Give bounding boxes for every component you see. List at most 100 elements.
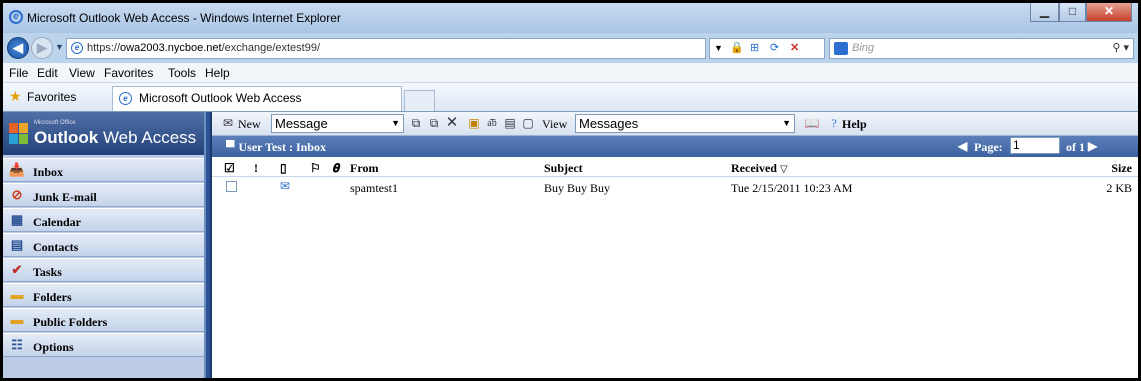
new-tab-button[interactable] <box>404 90 435 111</box>
window-title: Microsoft Outlook Web Access - Windows I… <box>27 11 341 25</box>
sidebar-item-label: Inbox <box>33 165 64 179</box>
new-message-icon[interactable]: ✉ <box>220 116 236 131</box>
page-icon: e <box>71 42 83 54</box>
favorites-star-icon[interactable]: ★ <box>9 88 22 105</box>
brand-small: Microsoft Office <box>34 120 76 126</box>
page-label: Page: <box>974 140 1003 154</box>
search-field[interactable]: Bing ⚲ ▾ <box>829 38 1134 59</box>
inbox-icon: 📥 <box>8 162 26 177</box>
sidebar: Microsoft Office Outlook Web Access 📥 In… <box>3 112 204 378</box>
search-icon[interactable]: ⚲ ▾ <box>1112 39 1129 58</box>
menu-file[interactable]: File <box>9 66 28 80</box>
menu-view[interactable]: View <box>69 66 95 80</box>
column-received[interactable]: Received ▽ <box>731 161 788 176</box>
help-button[interactable]: Help <box>842 117 867 132</box>
menu-edit[interactable]: Edit <box>37 66 58 80</box>
sidebar-item-tasks[interactable]: ✔ Tasks <box>3 258 204 282</box>
sort-descending-icon: ▽ <box>779 164 788 175</box>
favorites-button[interactable]: Favorites <box>27 90 76 104</box>
sidebar-item-public-folders[interactable]: ▬ Public Folders <box>3 308 204 332</box>
address-actions: ▼ 🔒 ⊞ ⟳ ✕ <box>709 38 825 59</box>
sidebar-item-options[interactable]: ☷ Options <box>3 333 204 357</box>
menu-bar: File Edit View Favorites Tools Help <box>3 63 1138 83</box>
sidebar-item-label: Tasks <box>33 265 62 279</box>
sidebar-item-label: Calendar <box>33 215 81 229</box>
sidebar-item-folders[interactable]: ▬ Folders <box>3 283 204 307</box>
menu-favorites[interactable]: Favorites <box>104 66 153 80</box>
delete-icon[interactable]: ✕ <box>444 116 460 131</box>
url-path: /exchange/extest99/ <box>221 42 321 54</box>
browser-tab[interactable]: e Microsoft Outlook Web Access <box>112 86 402 111</box>
folder-header: ▀ User Test : Inbox ◀ Page: 1 of 1 ▶ <box>212 136 1138 157</box>
favorites-bar: ★ Favorites e Microsoft Outlook Web Acce… <box>3 83 1138 111</box>
previous-page-icon[interactable]: ◀ <box>958 139 967 154</box>
sidebar-item-contacts[interactable]: ▤ Contacts <box>3 233 204 257</box>
refresh-icon[interactable]: ⟳ <box>770 39 779 58</box>
junk-email-icon: ⊘ <box>11 187 23 202</box>
column-size[interactable]: Size <box>1111 161 1132 176</box>
office-logo-icon <box>9 123 29 145</box>
sidebar-item-label: Junk E-mail <box>33 190 97 204</box>
select-all-checkbox[interactable]: ☑ <box>224 161 235 176</box>
brand-name: Outlook Web Access <box>34 128 197 147</box>
row-received: Tue 2/15/2011 10:23 AM <box>731 181 853 195</box>
column-header-row: ☑ ! ▯ ⚐ 𝛉 From Subject Received ▽ Size <box>212 157 1138 177</box>
column-from[interactable]: From <box>350 161 378 176</box>
check-names-icon[interactable]: a͡b <box>484 116 500 131</box>
view-select[interactable]: Messages ▼ <box>575 114 795 133</box>
history-dropdown-icon[interactable]: ▼ <box>55 42 64 52</box>
minimize-button[interactable]: ▁ <box>1030 3 1059 22</box>
chevron-down-icon: ▼ <box>782 118 791 128</box>
url-scheme: https:// <box>87 42 121 54</box>
sidebar-item-label: Folders <box>33 290 72 304</box>
tab-page-icon: e <box>119 92 132 105</box>
url-field[interactable]: e https://owa2003.nycboe.net/exchange/ex… <box>66 38 706 59</box>
view-value: Messages <box>579 116 639 131</box>
sidebar-item-label: Options <box>33 340 74 354</box>
mark-read-icon[interactable]: ▢ <box>520 116 536 131</box>
lock-icon[interactable]: 🔒 <box>730 39 744 58</box>
bing-icon <box>834 42 848 55</box>
maximize-button[interactable]: □ <box>1059 3 1086 22</box>
url-domain: owa2003.nycboe.net <box>120 42 222 54</box>
attachment-column-icon[interactable]: 𝛉 <box>332 161 339 176</box>
sidebar-item-junk-email[interactable]: ⊘ Junk E-mail <box>3 183 204 207</box>
stop-icon[interactable]: ✕ <box>790 39 799 58</box>
page-total: of 1 <box>1066 140 1085 154</box>
new-item-select[interactable]: Message ▼ <box>271 114 404 133</box>
collapse-icon[interactable]: ▀ <box>226 140 235 154</box>
url-dropdown-icon[interactable]: ▼ <box>714 39 723 58</box>
toolbar: ✉ New Message ▼ ⧉ ⧉ ✕ ▣ a͡b ▤ ▢ View Mess… <box>212 112 1138 136</box>
close-button[interactable]: ✕ <box>1086 3 1132 22</box>
sidebar-item-inbox[interactable]: 📥 Inbox <box>3 158 204 182</box>
column-subject[interactable]: Subject <box>544 161 583 176</box>
address-bar: ◀ ▶ ▼ e https://owa2003.nycboe.net/excha… <box>3 33 1138 63</box>
sidebar-item-calendar[interactable]: ▦ Calendar <box>3 208 204 232</box>
copy-icon[interactable]: ⧉ <box>426 116 442 131</box>
table-row[interactable]: ✉ spamtest1 Buy Buy Buy Tue 2/15/2011 10… <box>212 177 1138 195</box>
menu-help[interactable]: Help <box>205 66 230 80</box>
junk-mail-icon[interactable]: ▤ <box>502 116 518 131</box>
move-to-folder-icon[interactable]: ▣ <box>466 116 482 131</box>
page-number-input[interactable]: 1 <box>1010 137 1060 154</box>
owa-brand: Microsoft Office Outlook Web Access <box>3 112 204 155</box>
tasks-icon: ✔ <box>11 262 23 277</box>
next-page-icon[interactable]: ▶ <box>1088 139 1097 154</box>
help-icon[interactable]: ? <box>826 116 842 131</box>
search-placeholder: Bing <box>852 42 875 54</box>
item-type-column-icon[interactable]: ▯ <box>280 161 287 176</box>
move-icon[interactable]: ⧉ <box>408 116 424 131</box>
back-button[interactable]: ◀ <box>7 37 29 59</box>
new-item-value: Message <box>275 116 328 131</box>
importance-column-icon[interactable]: ! <box>254 161 258 176</box>
flag-column-icon[interactable]: ⚐ <box>310 161 321 176</box>
calendar-icon: ▦ <box>10 212 24 227</box>
menu-tools[interactable]: Tools <box>168 66 196 80</box>
sidebar-divider[interactable] <box>204 112 212 378</box>
compatibility-icon[interactable]: ⊞ <box>750 39 759 58</box>
forward-button[interactable]: ▶ <box>31 37 53 59</box>
sidebar-item-label: Contacts <box>33 240 79 254</box>
row-checkbox[interactable] <box>226 181 237 192</box>
address-book-icon[interactable]: 📖 <box>804 116 820 131</box>
new-button[interactable]: New <box>238 117 261 132</box>
